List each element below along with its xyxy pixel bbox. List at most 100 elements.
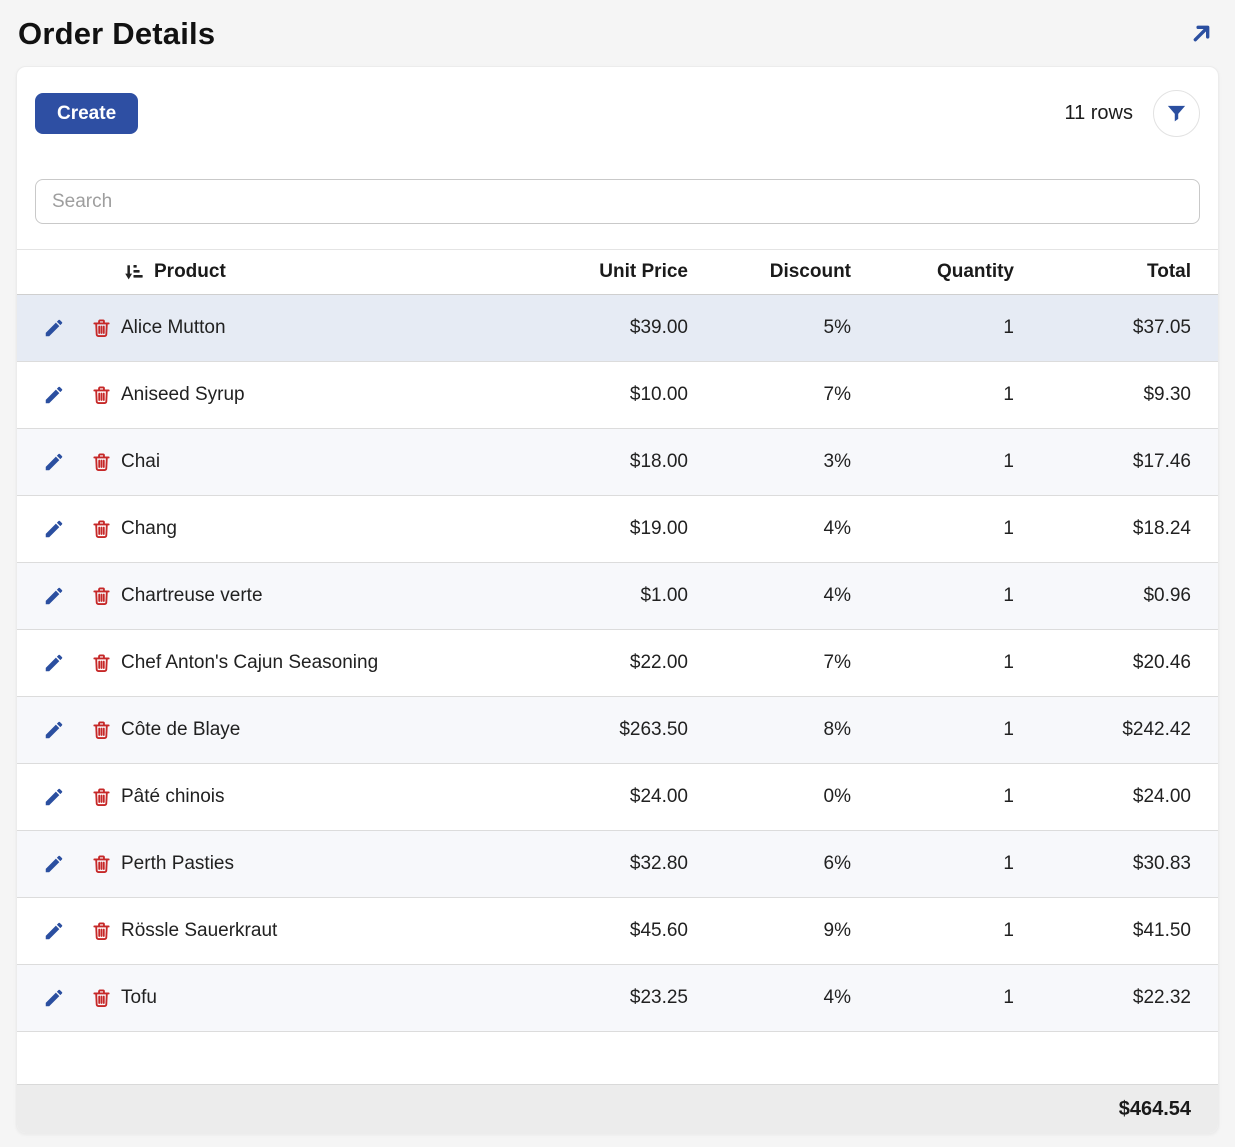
- column-header-unit-price[interactable]: Unit Price: [530, 250, 700, 295]
- total-cell: $24.00: [1026, 764, 1218, 831]
- table-row[interactable]: Chang $19.00 4% 1 $18.24: [17, 496, 1218, 563]
- actions-header: [17, 250, 121, 295]
- total-cell: $37.05: [1026, 295, 1218, 362]
- delete-button[interactable]: [91, 518, 112, 540]
- delete-button[interactable]: [91, 451, 112, 473]
- pencil-icon: [43, 451, 65, 473]
- product-cell: Chang: [121, 496, 530, 563]
- edit-button[interactable]: [43, 719, 65, 741]
- funnel-icon: [1165, 102, 1188, 125]
- product-cell: Chartreuse verte: [121, 563, 530, 630]
- empty-spacer-row: [17, 1032, 1218, 1085]
- pencil-icon: [43, 585, 65, 607]
- pencil-icon: [43, 317, 65, 339]
- row-actions: [17, 965, 121, 1032]
- unit-price-cell: $1.00: [530, 563, 700, 630]
- edit-button[interactable]: [43, 786, 65, 808]
- edit-button[interactable]: [43, 987, 65, 1009]
- total-cell: $30.83: [1026, 831, 1218, 898]
- discount-cell: 8%: [700, 697, 863, 764]
- column-header-product[interactable]: Product: [121, 250, 530, 295]
- edit-button[interactable]: [43, 518, 65, 540]
- delete-button[interactable]: [91, 786, 112, 808]
- edit-button[interactable]: [43, 920, 65, 942]
- edit-button[interactable]: [43, 317, 65, 339]
- product-cell: Perth Pasties: [121, 831, 530, 898]
- filter-button[interactable]: [1153, 90, 1200, 137]
- column-header-total[interactable]: Total: [1026, 250, 1218, 295]
- quantity-cell: 1: [863, 630, 1026, 697]
- delete-button[interactable]: [91, 719, 112, 741]
- delete-button[interactable]: [91, 317, 112, 339]
- table-row[interactable]: Tofu $23.25 4% 1 $22.32: [17, 965, 1218, 1032]
- discount-cell: 5%: [700, 295, 863, 362]
- table-row[interactable]: Pâté chinois $24.00 0% 1 $24.00: [17, 764, 1218, 831]
- edit-button[interactable]: [43, 853, 65, 875]
- trash-icon: [91, 719, 112, 741]
- delete-button[interactable]: [91, 652, 112, 674]
- table-row[interactable]: Chartreuse verte $1.00 4% 1 $0.96: [17, 563, 1218, 630]
- pencil-icon: [43, 719, 65, 741]
- edit-button[interactable]: [43, 451, 65, 473]
- delete-button[interactable]: [91, 920, 112, 942]
- product-cell: Rössle Sauerkraut: [121, 898, 530, 965]
- discount-cell: 3%: [700, 429, 863, 496]
- total-cell: $20.46: [1026, 630, 1218, 697]
- delete-button[interactable]: [91, 585, 112, 607]
- table-row[interactable]: Rössle Sauerkraut $45.60 9% 1 $41.50: [17, 898, 1218, 965]
- search-input[interactable]: [35, 179, 1200, 224]
- table-row[interactable]: Côte de Blaye $263.50 8% 1 $242.42: [17, 697, 1218, 764]
- delete-button[interactable]: [91, 987, 112, 1009]
- unit-price-cell: $18.00: [530, 429, 700, 496]
- product-cell: Chai: [121, 429, 530, 496]
- table-header: Product Unit Price Discount Quantity Tot…: [17, 250, 1218, 295]
- toolbar: Create 11 rows: [17, 67, 1218, 137]
- unit-price-cell: $22.00: [530, 630, 700, 697]
- row-actions: [17, 764, 121, 831]
- total-cell: $9.30: [1026, 362, 1218, 429]
- discount-cell: 4%: [700, 563, 863, 630]
- quantity-cell: 1: [863, 295, 1026, 362]
- row-actions: [17, 697, 121, 764]
- pencil-icon: [43, 384, 65, 406]
- external-link-button[interactable]: [1186, 18, 1217, 49]
- edit-button[interactable]: [43, 652, 65, 674]
- table-row[interactable]: Aniseed Syrup $10.00 7% 1 $9.30: [17, 362, 1218, 429]
- product-cell: Pâté chinois: [121, 764, 530, 831]
- product-cell: Aniseed Syrup: [121, 362, 530, 429]
- trash-icon: [91, 786, 112, 808]
- trash-icon: [91, 384, 112, 406]
- unit-price-cell: $24.00: [530, 764, 700, 831]
- create-button[interactable]: Create: [35, 93, 138, 134]
- trash-icon: [91, 585, 112, 607]
- delete-button[interactable]: [91, 853, 112, 875]
- quantity-cell: 1: [863, 496, 1026, 563]
- unit-price-cell: $45.60: [530, 898, 700, 965]
- column-header-quantity[interactable]: Quantity: [863, 250, 1026, 295]
- edit-button[interactable]: [43, 384, 65, 406]
- table-body: Alice Mutton $39.00 5% 1 $37.05 Aniseed …: [17, 295, 1218, 1032]
- table-row[interactable]: Chef Anton's Cajun Seasoning $22.00 7% 1…: [17, 630, 1218, 697]
- rows-count: 11 rows: [1064, 102, 1133, 125]
- table-row[interactable]: Alice Mutton $39.00 5% 1 $37.05: [17, 295, 1218, 362]
- discount-cell: 7%: [700, 630, 863, 697]
- trash-icon: [91, 920, 112, 942]
- discount-cell: 4%: [700, 965, 863, 1032]
- page-title: Order Details: [18, 16, 215, 52]
- column-header-discount[interactable]: Discount: [700, 250, 863, 295]
- arrow-up-right-icon: [1188, 20, 1215, 47]
- trash-icon: [91, 987, 112, 1009]
- unit-price-cell: $263.50: [530, 697, 700, 764]
- quantity-cell: 1: [863, 697, 1026, 764]
- trash-icon: [91, 518, 112, 540]
- quantity-cell: 1: [863, 563, 1026, 630]
- edit-button[interactable]: [43, 585, 65, 607]
- discount-cell: 7%: [700, 362, 863, 429]
- table-row[interactable]: Perth Pasties $32.80 6% 1 $30.83: [17, 831, 1218, 898]
- quantity-cell: 1: [863, 362, 1026, 429]
- delete-button[interactable]: [91, 384, 112, 406]
- discount-cell: 9%: [700, 898, 863, 965]
- trash-icon: [91, 317, 112, 339]
- table-row[interactable]: Chai $18.00 3% 1 $17.46: [17, 429, 1218, 496]
- pencil-icon: [43, 987, 65, 1009]
